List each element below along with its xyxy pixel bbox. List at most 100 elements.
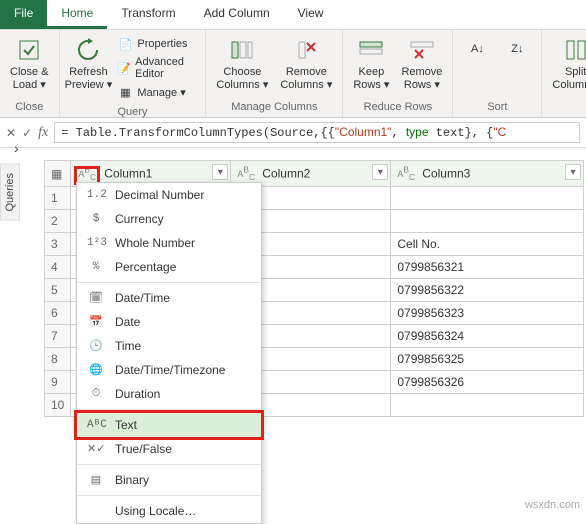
cell-col3[interactable] [391,187,584,210]
cell-col3[interactable]: 0799856321 [391,256,584,279]
properties-label: Properties [137,38,187,50]
menu-text-label: Text [115,418,137,432]
cell-col3[interactable] [391,210,584,233]
keep-rows-icon [357,36,385,64]
tab-transform[interactable]: Transform [107,0,189,29]
menu-whole-number[interactable]: 1²3 Whole Number [77,231,261,255]
row-number: 7 [45,325,71,348]
split-column-label: Split Column ▾ [552,66,586,92]
group-close-label: Close [4,99,55,115]
split-column-button[interactable]: Split Column ▾ [546,32,586,96]
row-number: 10 [45,394,71,417]
cell-col3[interactable]: 0799856323 [391,302,584,325]
manage-button[interactable]: ▦Manage ▾ [117,82,197,102]
remove-columns-icon [292,36,320,64]
menu-datetime[interactable]: 🗓Date/Time [77,286,261,310]
column3-type-icon[interactable]: ABC [397,170,415,181]
row-number: 3 [45,233,71,256]
remove-rows-label: Remove Rows ▾ [401,66,442,92]
refresh-preview-button[interactable]: Refresh Preview ▾ [64,32,114,96]
expand-queries-chev[interactable]: › [14,140,19,156]
menu-time-label: Time [115,339,141,353]
sort-desc-icon: Z↓ [503,36,531,64]
table-icon-cell[interactable]: ▦ [45,161,71,187]
menu-currency[interactable]: $Currency [77,207,261,231]
row-number: 6 [45,302,71,325]
properties-button[interactable]: 📄Properties [117,34,197,54]
menu-whole-label: Whole Number [115,236,195,250]
row-number: 8 [45,348,71,371]
column1-type-icon[interactable]: ABC [77,169,97,182]
formula-cancel-icon[interactable]: ✕ [6,126,16,140]
advanced-editor-button[interactable]: 📝Advanced Editor [117,54,197,82]
ribbon: Close & Load ▾ Close Refresh Preview ▾ 📄… [0,30,586,118]
remove-columns-button[interactable]: Remove Columns ▾ [274,32,338,96]
keep-rows-label: Keep Rows ▾ [353,66,389,92]
advanced-editor-label: Advanced Editor [135,56,197,80]
menu-time[interactable]: 🕒 Time [77,334,261,358]
menu-pct-label: Percentage [115,260,176,274]
row-number: 2 [45,210,71,233]
menu-truefalse[interactable]: ✕✓True/False [77,437,261,461]
choose-columns-button[interactable]: Choose Columns ▾ [210,32,274,96]
menu-using-locale[interactable]: Using Locale… [77,499,261,523]
group-sort-label: Sort [457,99,537,115]
tab-home[interactable]: Home [47,0,107,29]
time-icon: 🕒 [87,339,105,353]
column3-label: Column3 [422,166,470,180]
menu-date[interactable]: 📅Date [77,310,261,334]
column3-header[interactable]: ABC Column3 ▾ [391,161,584,187]
cell-col3[interactable]: 0799856324 [391,325,584,348]
menu-bin-label: Binary [115,473,149,487]
cell-col3[interactable]: Cell No. [391,233,584,256]
column1-filter-icon[interactable]: ▾ [212,164,228,180]
sort-asc-button[interactable]: A↓ [457,32,497,70]
row-number: 5 [45,279,71,302]
group-query-label: Query [64,104,202,120]
formula-input[interactable]: = Table.TransformColumnTypes(Source,{{"C… [54,122,580,143]
close-load-icon [15,36,43,64]
sort-desc-button[interactable]: Z↓ [497,32,537,70]
cell-col3[interactable]: 0799856326 [391,371,584,394]
cell-col3[interactable]: 0799856325 [391,348,584,371]
tab-file[interactable]: File [0,0,47,29]
menu-dtz-label: Date/Time/Timezone [115,363,225,377]
menu-percentage[interactable]: %Percentage [77,255,261,279]
split-column-icon [562,36,586,64]
whole-icon: 1²3 [87,237,105,249]
advanced-editor-icon: 📝 [117,60,131,76]
choose-columns-icon [228,36,256,64]
menu-dur-label: Duration [115,387,160,401]
datetime-icon: 🗓 [87,291,105,305]
manage-icon: ▦ [117,84,133,100]
row-number: 4 [45,256,71,279]
menu-decimal-number[interactable]: 1.2Decimal Number [77,183,261,207]
tab-add-column[interactable]: Add Column [190,0,284,29]
remove-columns-label: Remove Columns ▾ [280,66,332,92]
column3-filter-icon[interactable]: ▾ [565,164,581,180]
data-grid: ▦ ABC Column1 ▾ ABC Column2 ▾ ABC Column… [44,160,584,511]
queries-pane-tab[interactable]: Queries [0,164,20,221]
column2-filter-icon[interactable]: ▾ [372,164,388,180]
menu-duration[interactable]: ⏱Duration [77,382,261,406]
menu-text[interactable]: AᴮCText [77,413,261,437]
dtz-icon: 🌐 [87,363,105,377]
menu-binary[interactable]: ▤Binary [77,468,261,492]
column2-type-icon[interactable]: ABC [237,170,255,181]
fx-icon[interactable]: fx [38,125,48,141]
formula-accept-icon[interactable]: ✓ [22,126,32,140]
menu-dtz[interactable]: 🌐 Date/Time/Timezone [77,358,261,382]
keep-rows-button[interactable]: Keep Rows ▾ [347,32,395,96]
remove-rows-button[interactable]: Remove Rows ▾ [395,32,448,96]
close-load-button[interactable]: Close & Load ▾ [4,32,55,96]
group-manage-columns-label: Manage Columns [210,99,338,115]
cell-col3[interactable]: 0799856322 [391,279,584,302]
refresh-label: Refresh Preview ▾ [65,66,113,92]
row-number: 9 [45,371,71,394]
decimal-icon: 1.2 [87,189,105,201]
column2-label: Column2 [262,166,310,180]
cell-col3[interactable] [391,394,584,417]
menu-currency-label: Currency [115,212,164,226]
tab-view[interactable]: View [284,0,338,29]
truefalse-icon: ✕✓ [87,442,105,456]
